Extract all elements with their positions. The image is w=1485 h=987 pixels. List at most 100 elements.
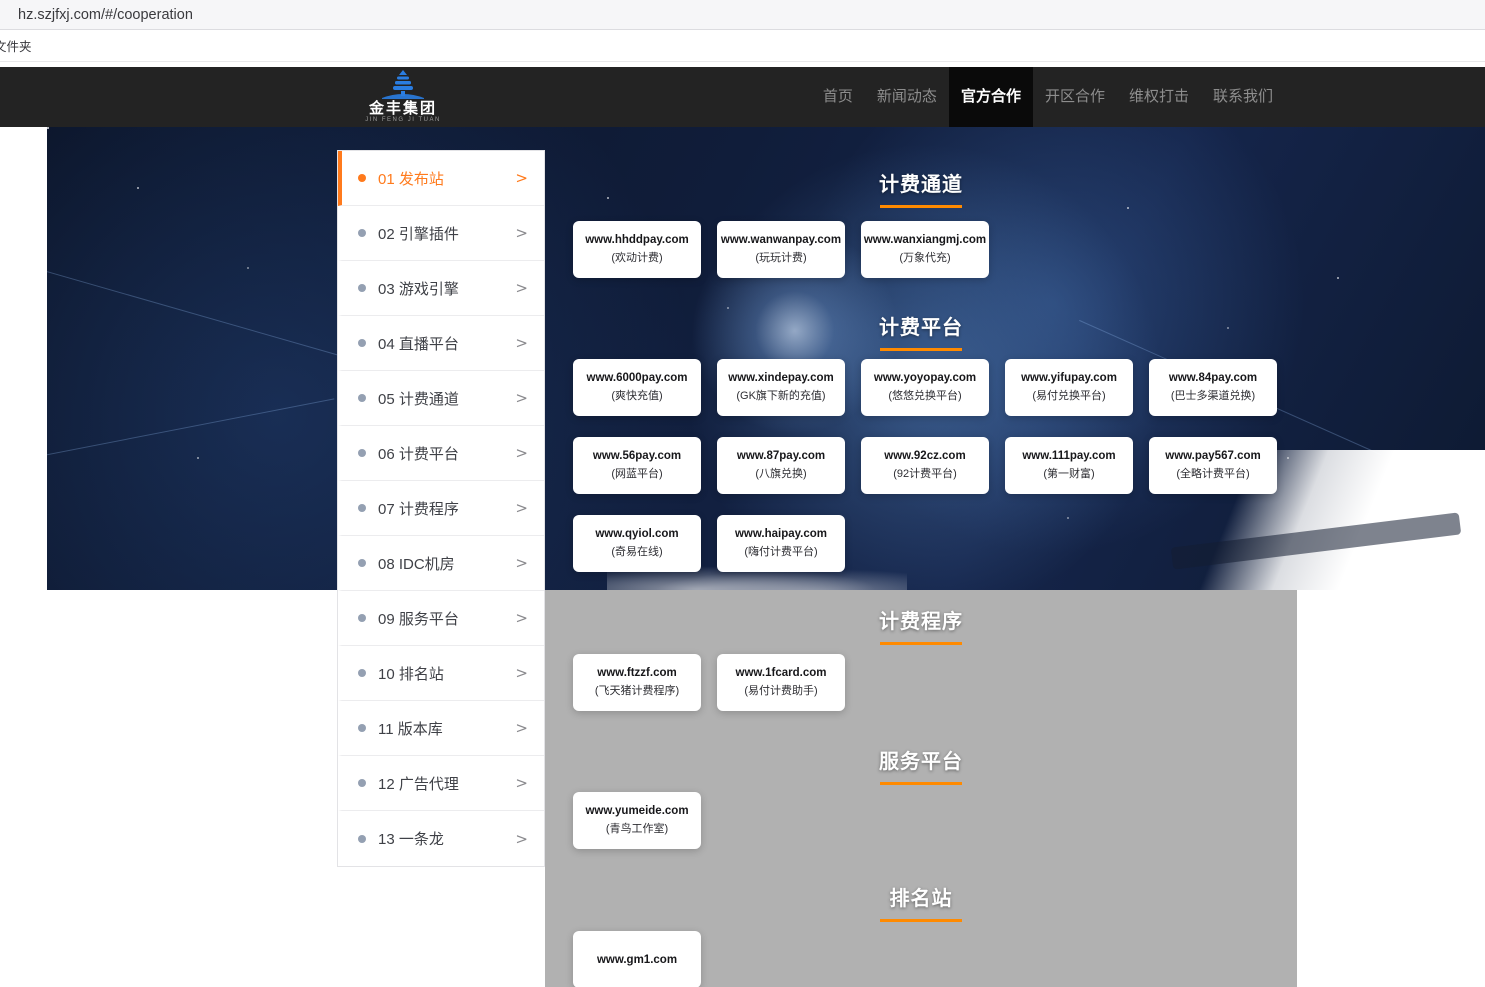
partner-site-card[interactable]: www.xindepay.com (GK旗下新的充值) [717, 359, 845, 416]
partner-site-desc: (嗨付计费平台) [744, 543, 817, 559]
sidebar-item-label: 02 引擎插件 [378, 223, 515, 244]
sidebar-item-label: 08 IDC机房 [378, 553, 515, 574]
partner-site-card[interactable]: www.111pay.com (第一财富) [1005, 437, 1133, 494]
logo[interactable]: 金丰集团 JIN FENG JI TUAN [360, 67, 446, 127]
partner-site-card[interactable]: www.56pay.com (网蓝平台) [573, 437, 701, 494]
bullet-dot-icon [358, 394, 366, 402]
sidebar-item[interactable]: 04 直播平台 > [338, 316, 544, 371]
partner-site-card[interactable]: www.haipay.com (嗨付计费平台) [717, 515, 845, 572]
sidebar-item[interactable]: 03 游戏引擎 > [338, 261, 544, 316]
cooperation-section: 计费通道 www.hhddpay.com (欢动计费) www.wanwanpa… [545, 171, 1297, 278]
hero-network-line [47, 398, 334, 456]
partner-site-card[interactable]: www.84pay.com (巴士多渠道兑换) [1149, 359, 1277, 416]
partner-site-url: www.56pay.com [593, 450, 681, 462]
cooperation-section: 排名站 www.gm1.com [545, 885, 1297, 987]
card-grid: www.ftzzf.com (飞天猪计费程序) www.1fcard.com (… [545, 654, 1297, 711]
partner-site-card[interactable]: www.yumeide.com (青鸟工作室) [573, 792, 701, 849]
nav-item[interactable]: 新闻动态 [865, 67, 949, 127]
bookmarks-folder[interactable]: 文件夹 [0, 36, 32, 55]
sidebar-item[interactable]: 02 引擎插件 > [338, 206, 544, 261]
sidebar-item-label: 03 游戏引擎 [378, 278, 515, 299]
partner-site-card[interactable]: www.87pay.com (八旗兑换) [717, 437, 845, 494]
nav-item[interactable]: 首页 [811, 67, 865, 127]
partner-site-url: www.pay567.com [1165, 450, 1260, 462]
partner-site-url: www.111pay.com [1022, 450, 1115, 462]
sidebar-item[interactable]: 08 IDC机房 > [338, 536, 544, 591]
main-area: 01 发布站 > 02 引擎插件 > 03 游戏引擎 > 04 直播平台 > 0… [0, 127, 1485, 987]
partner-site-desc: (爽快充值) [611, 387, 662, 403]
chevron-right-icon: > [515, 609, 528, 627]
partner-site-url: www.6000pay.com [587, 372, 688, 384]
nav-item[interactable]: 维权打击 [1117, 67, 1201, 127]
chevron-right-icon: > [515, 224, 528, 242]
partner-site-url: www.84pay.com [1169, 372, 1257, 384]
sidebar-item[interactable]: 06 计费平台 > [338, 426, 544, 481]
section-title-text: 服务平台 [879, 751, 963, 773]
sidebar-item[interactable]: 09 服务平台 > [338, 591, 544, 646]
section-title: 计费通道 [545, 171, 1297, 208]
partner-site-desc: (第一财富) [1043, 465, 1094, 481]
partner-site-url: www.92cz.com [884, 450, 965, 462]
sidebar-item-label: 05 计费通道 [378, 388, 515, 409]
partner-site-card[interactable]: www.qyiol.com (奇易在线) [573, 515, 701, 572]
partner-site-card[interactable]: www.yifupay.com (易付兑换平台) [1005, 359, 1133, 416]
sidebar-item-label: 04 直播平台 [378, 333, 515, 354]
nav-item[interactable]: 官方合作 [949, 67, 1033, 127]
sidebar-item[interactable]: 05 计费通道 > [338, 371, 544, 426]
category-sidebar: 01 发布站 > 02 引擎插件 > 03 游戏引擎 > 04 直播平台 > 0… [337, 150, 545, 867]
chevron-right-icon: > [515, 499, 528, 517]
sidebar-item-label: 13 一条龙 [378, 828, 515, 849]
bullet-dot-icon [358, 724, 366, 732]
chevron-right-icon: > [515, 169, 528, 187]
section-title-underline [880, 348, 962, 351]
partner-site-card[interactable]: www.wanxiangmj.com (万象代充) [861, 221, 989, 278]
partner-site-card[interactable]: www.yoyopay.com (悠悠兑换平台) [861, 359, 989, 416]
logo-text-cn: 金丰集团 [369, 101, 437, 117]
partner-site-url: www.87pay.com [737, 450, 825, 462]
partner-site-url: www.yifupay.com [1021, 372, 1117, 384]
section-title-text: 排名站 [890, 888, 953, 910]
partner-site-card[interactable]: www.hhddpay.com (欢动计费) [573, 221, 701, 278]
address-bar-url[interactable]: hz.szjfxj.com/#/cooperation [18, 7, 193, 23]
site-header: 金丰集团 JIN FENG JI TUAN 首页新闻动态官方合作开区合作维权打击… [0, 67, 1485, 127]
sidebar-item-label: 10 排名站 [378, 663, 515, 684]
sidebar-item[interactable]: 07 计费程序 > [338, 481, 544, 536]
partner-site-url: www.xindepay.com [728, 372, 833, 384]
partner-site-card[interactable]: www.92cz.com (92计费平台) [861, 437, 989, 494]
card-grid: www.yumeide.com (青鸟工作室) [545, 792, 1297, 849]
partner-site-desc: (八旗兑换) [755, 465, 806, 481]
card-grid: www.6000pay.com (爽快充值) www.xindepay.com … [545, 359, 1297, 572]
partner-site-card[interactable]: www.1fcard.com (易付计费助手) [717, 654, 845, 711]
sidebar-item-label: 09 服务平台 [378, 608, 515, 629]
address-bar[interactable]: hz.szjfxj.com/#/cooperation [0, 0, 1485, 30]
bullet-dot-icon [358, 504, 366, 512]
cooperation-content: 计费通道 www.hhddpay.com (欢动计费) www.wanwanpa… [545, 127, 1297, 987]
sidebar-item[interactable]: 10 排名站 > [338, 646, 544, 701]
partner-site-card[interactable]: www.pay567.com (全略计费平台) [1149, 437, 1277, 494]
partner-site-card[interactable]: www.gm1.com [573, 931, 701, 987]
partner-site-url: www.haipay.com [735, 528, 827, 540]
partner-site-url: www.wanxiangmj.com [864, 234, 986, 246]
bullet-dot-icon [358, 669, 366, 677]
partner-site-desc: (万象代充) [899, 249, 950, 265]
section-title: 服务平台 [545, 748, 1297, 785]
sidebar-item-label: 01 发布站 [378, 168, 515, 189]
partner-site-url: www.gm1.com [597, 954, 677, 966]
bullet-dot-icon [358, 614, 366, 622]
partner-site-card[interactable]: www.ftzzf.com (飞天猪计费程序) [573, 654, 701, 711]
sidebar-item[interactable]: 01 发布站 > [338, 151, 544, 206]
sidebar-item[interactable]: 11 版本库 > [338, 701, 544, 756]
section-title: 计费程序 [545, 608, 1297, 645]
partner-site-desc: (奇易在线) [611, 543, 662, 559]
sidebar-item[interactable]: 13 一条龙 > [338, 811, 544, 866]
nav-item[interactable]: 开区合作 [1033, 67, 1117, 127]
nav-item[interactable]: 联系我们 [1201, 67, 1285, 127]
partner-site-card[interactable]: www.wanwanpay.com (玩玩计费) [717, 221, 845, 278]
chevron-right-icon: > [515, 830, 528, 848]
bullet-dot-icon [358, 449, 366, 457]
bookmarks-bar: 文件夹 [0, 30, 1485, 62]
pagoda-logo-icon [380, 70, 426, 100]
section-title-underline [880, 205, 962, 208]
partner-site-card[interactable]: www.6000pay.com (爽快充值) [573, 359, 701, 416]
sidebar-item[interactable]: 12 广告代理 > [338, 756, 544, 811]
